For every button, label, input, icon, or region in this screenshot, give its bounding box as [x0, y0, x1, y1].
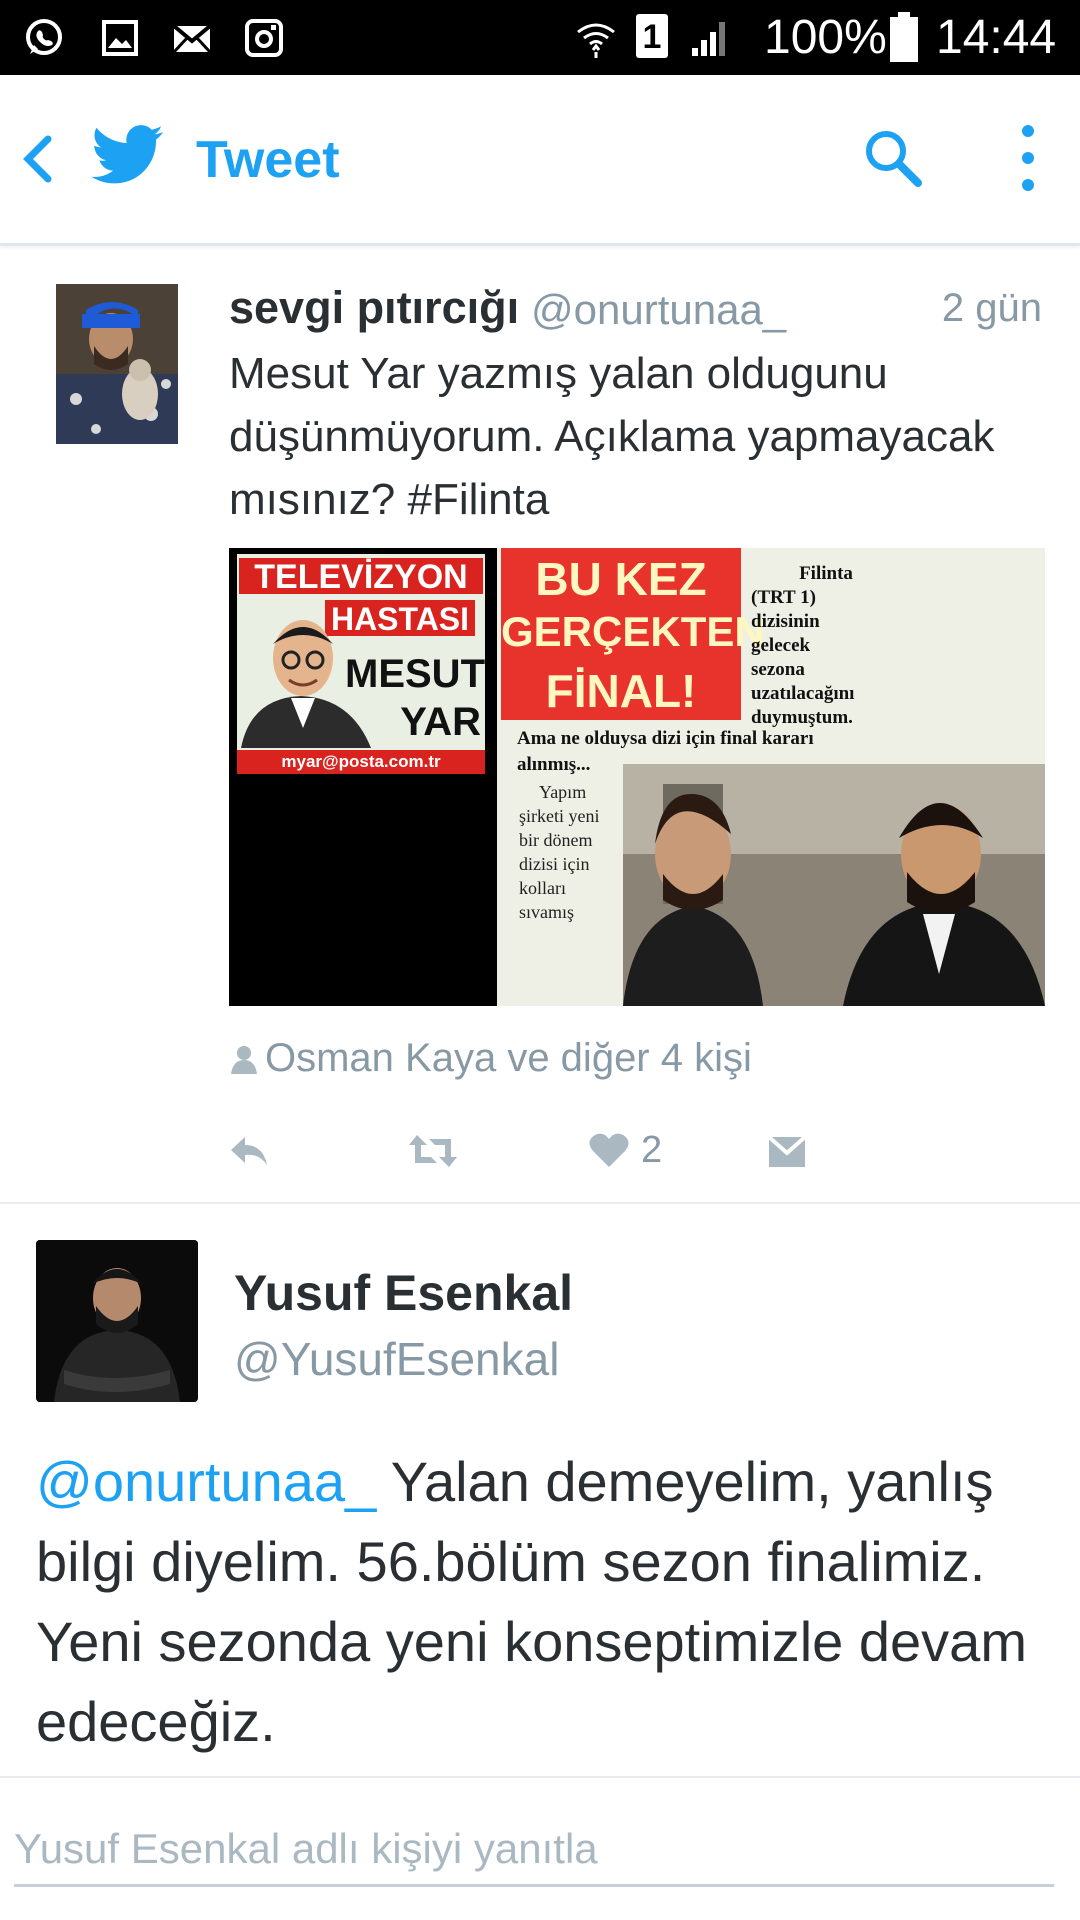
body-col-line: Yapım [539, 782, 587, 802]
avatar-image [56, 284, 178, 444]
author-name[interactable]: sevgi pıtırcığı [229, 282, 519, 334]
side-line: gelecek [751, 635, 811, 656]
body-col-line: sıvamış [519, 902, 575, 922]
avatar-image [36, 1240, 198, 1402]
retweet-icon[interactable] [407, 1131, 459, 1171]
tweet-text: @onurtunaa_ Yalan demeyelim, yanlış bilg… [36, 1442, 1056, 1762]
avatar[interactable] [36, 1240, 198, 1402]
clipping-name-line2: YAR [400, 700, 481, 744]
clipping-header-line1: TELEVİZYON [239, 558, 483, 596]
overflow-menu-icon[interactable] [1016, 123, 1040, 193]
author-handle[interactable]: @onurtunaa_ [531, 286, 786, 334]
person-icon [231, 1046, 257, 1075]
actors-photo [623, 764, 1045, 1006]
avatar[interactable] [56, 284, 178, 444]
search-icon[interactable] [862, 127, 924, 189]
body-column: Yapım şirketi yeni bir dönem dizisi için… [519, 780, 625, 924]
side-line: Filinta [799, 563, 853, 584]
twitter-bird-icon [92, 125, 163, 184]
status-bar: 1 100% 14:44 [0, 0, 1080, 75]
gallery-icon [102, 20, 138, 56]
back-icon[interactable] [18, 133, 58, 185]
headline-line2: GERÇEKTEN [501, 608, 765, 655]
body-col-line: kolları [519, 878, 566, 898]
like-icon[interactable] [589, 1131, 629, 1169]
tweet-media[interactable]: TELEVİZYON HASTASI MESUT YAR myar@posta.… [229, 548, 1045, 1006]
reply-icon[interactable] [229, 1131, 269, 1171]
side-line: sezona [751, 659, 805, 680]
social-context-text: Osman Kaya ve diğer 4 kişi [265, 1036, 752, 1080]
instagram-icon [245, 19, 283, 57]
social-context[interactable]: Osman Kaya ve diğer 4 kişi [229, 1036, 752, 1081]
clipping-name-line1: MESUT [345, 652, 485, 696]
page-title: Tweet [196, 131, 340, 189]
body-col-line: dizisi için [519, 854, 590, 874]
mention-link[interactable]: @onurtunaa_ [36, 1450, 376, 1513]
reply-input[interactable] [14, 1814, 1054, 1887]
battery-icon [890, 12, 918, 62]
signal-icon [692, 22, 725, 56]
side-line: uzatılacağını [751, 683, 855, 704]
reply-tweet[interactable]: Yusuf Esenkal @YusufEsenkal @onurtunaa_ … [0, 1202, 1080, 1778]
tweet-text: Mesut Yar yazmış yalan oldugunu düşünmüy… [229, 349, 995, 524]
author-name[interactable]: Yusuf Esenkal [234, 1264, 573, 1322]
clock: 14:44 [936, 11, 1057, 64]
side-text: Filinta (TRT 1) dizisinin gelecek sezona… [751, 562, 901, 730]
wifi-icon [577, 23, 615, 58]
reply-composer [0, 1778, 1080, 1918]
battery-percent: 100% [764, 11, 887, 64]
app-bar: Tweet [0, 75, 1080, 246]
clipping-email: myar@posta.com.tr [237, 750, 485, 774]
media-left-clipping: TELEVİZYON HASTASI MESUT YAR myar@posta.… [237, 554, 485, 774]
headline-line1: BU KEZ [535, 553, 707, 605]
tweet-timestamp: 2 gün [941, 286, 1042, 330]
whatsapp-icon [26, 19, 62, 55]
side-line: (TRT 1) [751, 587, 816, 608]
mail-icon [172, 24, 212, 54]
body-col-line: şirketi yeni [519, 806, 600, 826]
sim-icon: 1 [636, 14, 668, 58]
like-count: 2 [641, 1129, 663, 1171]
headline-line3: FİNAL! [545, 665, 697, 717]
original-tweet[interactable]: sevgi pıtırcığı @onurtunaa_ 2 gün Mesut … [0, 246, 1080, 1204]
side-line: duymuştum. [751, 707, 853, 728]
side-line: dizisinin [751, 611, 820, 632]
headline-box: BU KEZ GERÇEKTEN FİNAL! [501, 548, 765, 720]
tweet-actions: 2 [229, 1121, 1049, 1181]
body-line1: Ama ne olduysa dizi için final kararı [517, 728, 814, 749]
body-col-line: bir dönem [519, 830, 593, 850]
sim-badge: 1 [642, 18, 662, 56]
media-right-clipping: BU KEZ GERÇEKTEN FİNAL! Filinta (TRT 1) … [497, 548, 1045, 1006]
body-line2: alınmış... [517, 754, 591, 775]
author-handle[interactable]: @YusufEsenkal [234, 1332, 559, 1386]
direct-message-icon[interactable] [767, 1133, 807, 1169]
